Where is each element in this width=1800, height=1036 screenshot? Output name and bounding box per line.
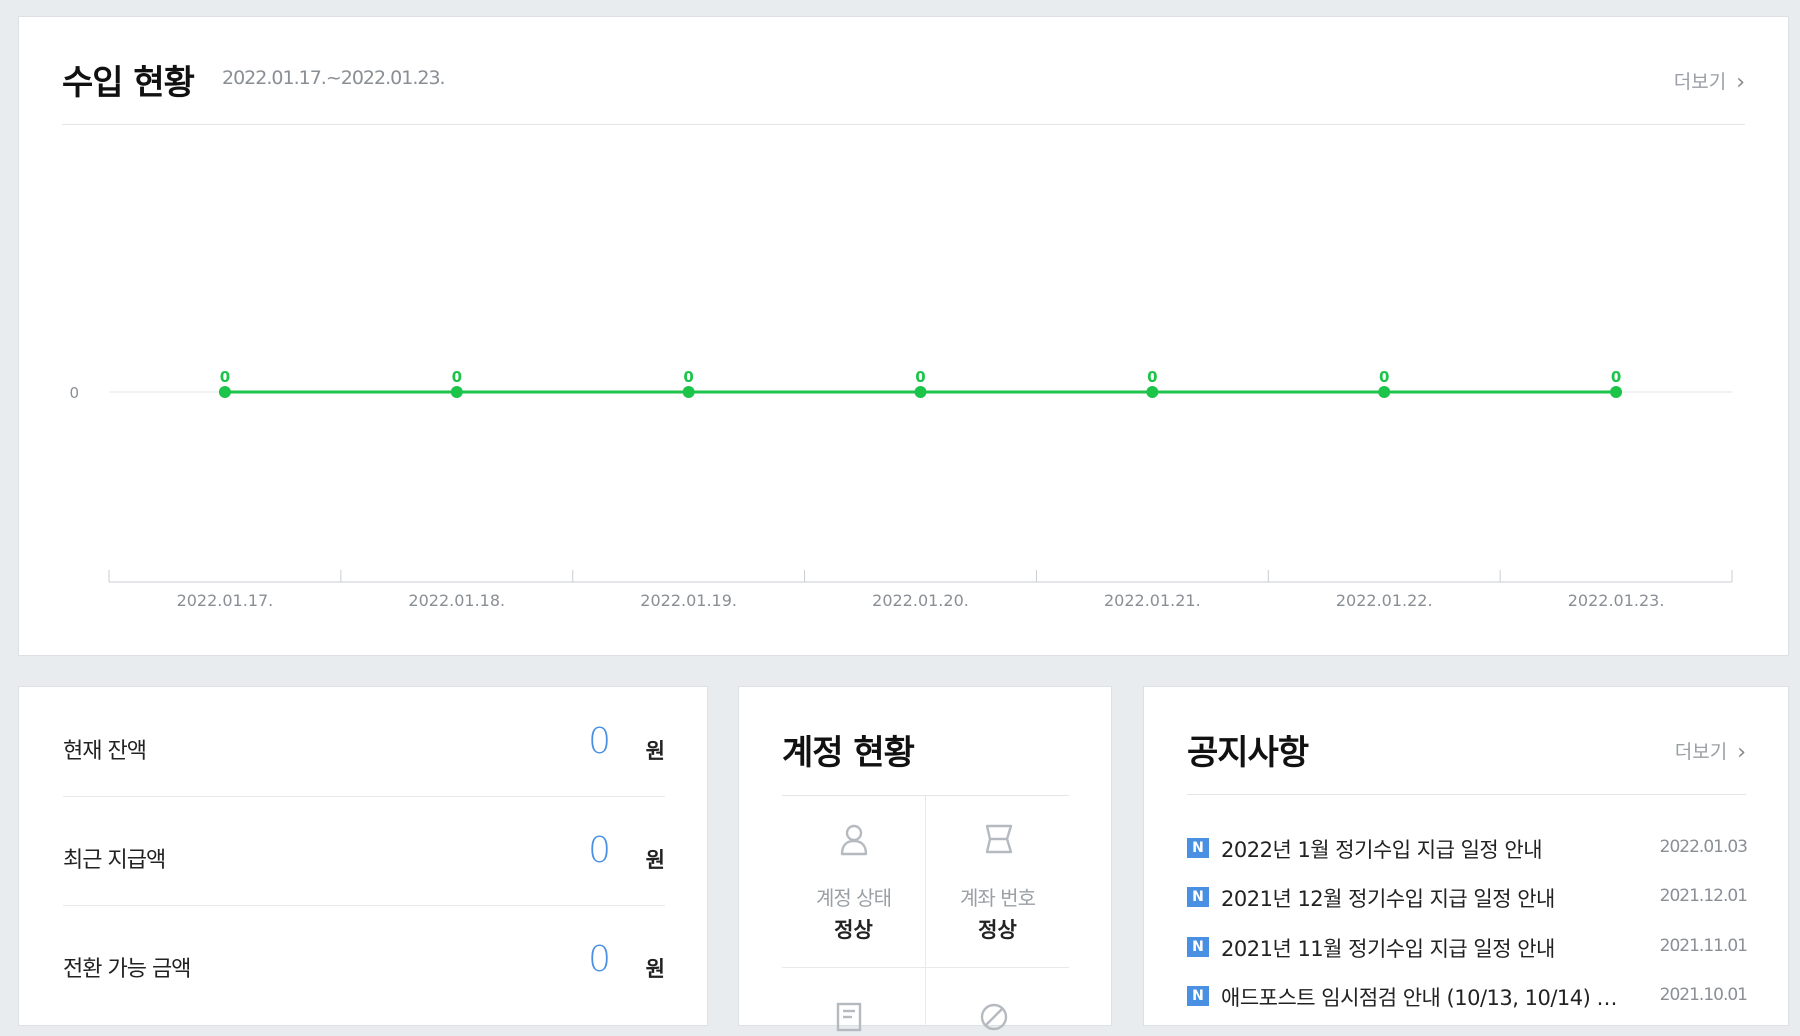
balance-row-convertible: 전환 가능 금액 0 원 — [63, 905, 665, 1014]
balance-value[interactable]: 0 — [588, 721, 611, 762]
data-point — [682, 386, 695, 398]
document-icon — [834, 1002, 864, 1036]
chevron-right-icon: › — [1737, 740, 1746, 765]
user-icon — [837, 822, 871, 860]
data-label: 0 — [915, 368, 925, 386]
notice-item-title[interactable]: 2021년 11월 정기수입 지급 일정 안내 — [1221, 933, 1621, 963]
income-card: 수입 현황 2022.01.17.~2022.01.23. 더보기 › 0 2022… — [18, 16, 1789, 656]
account-number-value: 정상 — [978, 918, 1017, 942]
y-tick-label: 0 — [69, 384, 79, 402]
bank-account-icon — [981, 822, 1015, 860]
x-tick-label: 2022.01.23. — [1568, 591, 1665, 610]
balance-label: 전환 가능 금액 — [63, 957, 191, 982]
account-number-label: 계좌 번호 — [960, 886, 1036, 910]
data-point — [1378, 386, 1391, 398]
notice-item-title[interactable]: 애드포스트 임시점검 안내 (10/13, 10/14) 서비스 이용 제한 — [1221, 982, 1621, 1012]
notice-item-date: 2022.01.03 — [1659, 837, 1748, 857]
notice-item[interactable]: N 2021년 12월 정기수입 지급 일정 안내 2021.12.01 — [1187, 881, 1748, 913]
notice-item-date: 2021.11.01 — [1659, 936, 1748, 956]
x-tick-label: 2022.01.22. — [1336, 591, 1433, 610]
notice-header: 공지사항 더보기 › — [1187, 687, 1746, 795]
notice-item-date: 2021.10.01 — [1659, 985, 1748, 1005]
balance-unit: 원 — [645, 957, 665, 981]
account-status-value: 정상 — [834, 918, 873, 942]
block-icon — [979, 1002, 1009, 1036]
notice-card: 공지사항 더보기 › N 2022년 1월 정기수입 지급 일정 안내 2022.… — [1143, 686, 1789, 1026]
balance-row-current: 현재 잔액 0 원 — [63, 687, 665, 797]
notice-item[interactable]: N 2022년 1월 정기수입 지급 일정 안내 2022.01.03 — [1187, 832, 1748, 864]
balance-label: 최근 지급액 — [63, 848, 166, 873]
account-status-cell[interactable]: 계정 상태 정상 — [782, 796, 926, 968]
notice-more-label: 더보기 — [1674, 741, 1728, 763]
x-tick-label: 2022.01.20. — [872, 591, 969, 610]
x-tick-label: 2022.01.17. — [177, 591, 274, 610]
data-point — [1146, 386, 1159, 398]
notice-item[interactable]: N 애드포스트 임시점검 안내 (10/13, 10/14) 서비스 이용 제한… — [1187, 980, 1748, 1012]
account-number-cell[interactable]: 계좌 번호 정상 — [926, 796, 1069, 968]
notice-item[interactable]: N 2021년 11월 정기수입 지급 일정 안내 2021.11.01 — [1187, 931, 1748, 963]
balance-value[interactable]: 0 — [588, 939, 611, 980]
new-badge-icon: N — [1187, 937, 1209, 957]
notice-more-link[interactable]: 더보기 › — [1674, 737, 1746, 765]
balance-value[interactable]: 0 — [588, 830, 611, 871]
balance-card: 현재 잔액 0 원 최근 지급액 0 원 전환 가능 금액 0 원 — [18, 686, 708, 1026]
data-label: 0 — [452, 368, 462, 386]
balance-unit: 원 — [645, 739, 665, 763]
account-grid-vline — [925, 967, 926, 1027]
notice-title: 공지사항 — [1187, 733, 1309, 773]
notice-item-date: 2021.12.01 — [1659, 886, 1748, 906]
account-title: 계정 현황 — [782, 733, 915, 773]
data-label: 0 — [1611, 368, 1621, 386]
notice-item-title[interactable]: 2021년 12월 정기수입 지급 일정 안내 — [1221, 883, 1621, 913]
balance-unit: 원 — [645, 848, 665, 872]
balance-label: 현재 잔액 — [63, 739, 147, 764]
new-badge-icon: N — [1187, 887, 1209, 907]
data-point — [218, 386, 231, 398]
account-status-label: 계정 상태 — [816, 886, 892, 910]
x-tick-label: 2022.01.18. — [408, 591, 505, 610]
data-label: 0 — [1379, 368, 1389, 386]
new-badge-icon: N — [1187, 986, 1209, 1006]
data-label: 0 — [1147, 368, 1157, 386]
notice-item-title[interactable]: 2022년 1월 정기수입 지급 일정 안내 — [1221, 834, 1621, 864]
x-tick-label: 2022.01.19. — [640, 591, 737, 610]
account-grid: 계정 상태 정상 계좌 번호 정상 — [782, 795, 1069, 968]
new-badge-icon: N — [1187, 838, 1209, 858]
x-tick-label: 2022.01.21. — [1104, 591, 1201, 610]
data-point — [914, 386, 927, 398]
balance-row-recent-payment: 최근 지급액 0 원 — [63, 796, 665, 906]
data-label: 0 — [683, 368, 693, 386]
account-card: 계정 현황 계정 상태 정상 계좌 번호 정상 — [738, 686, 1112, 1032]
data-point — [1610, 386, 1623, 398]
data-label: 0 — [220, 368, 230, 386]
data-point — [450, 386, 463, 398]
income-line-chart: 0 2022.01.17. 2022.01.18. 2022.01.19. 2022.0… — [69, 368, 1733, 610]
